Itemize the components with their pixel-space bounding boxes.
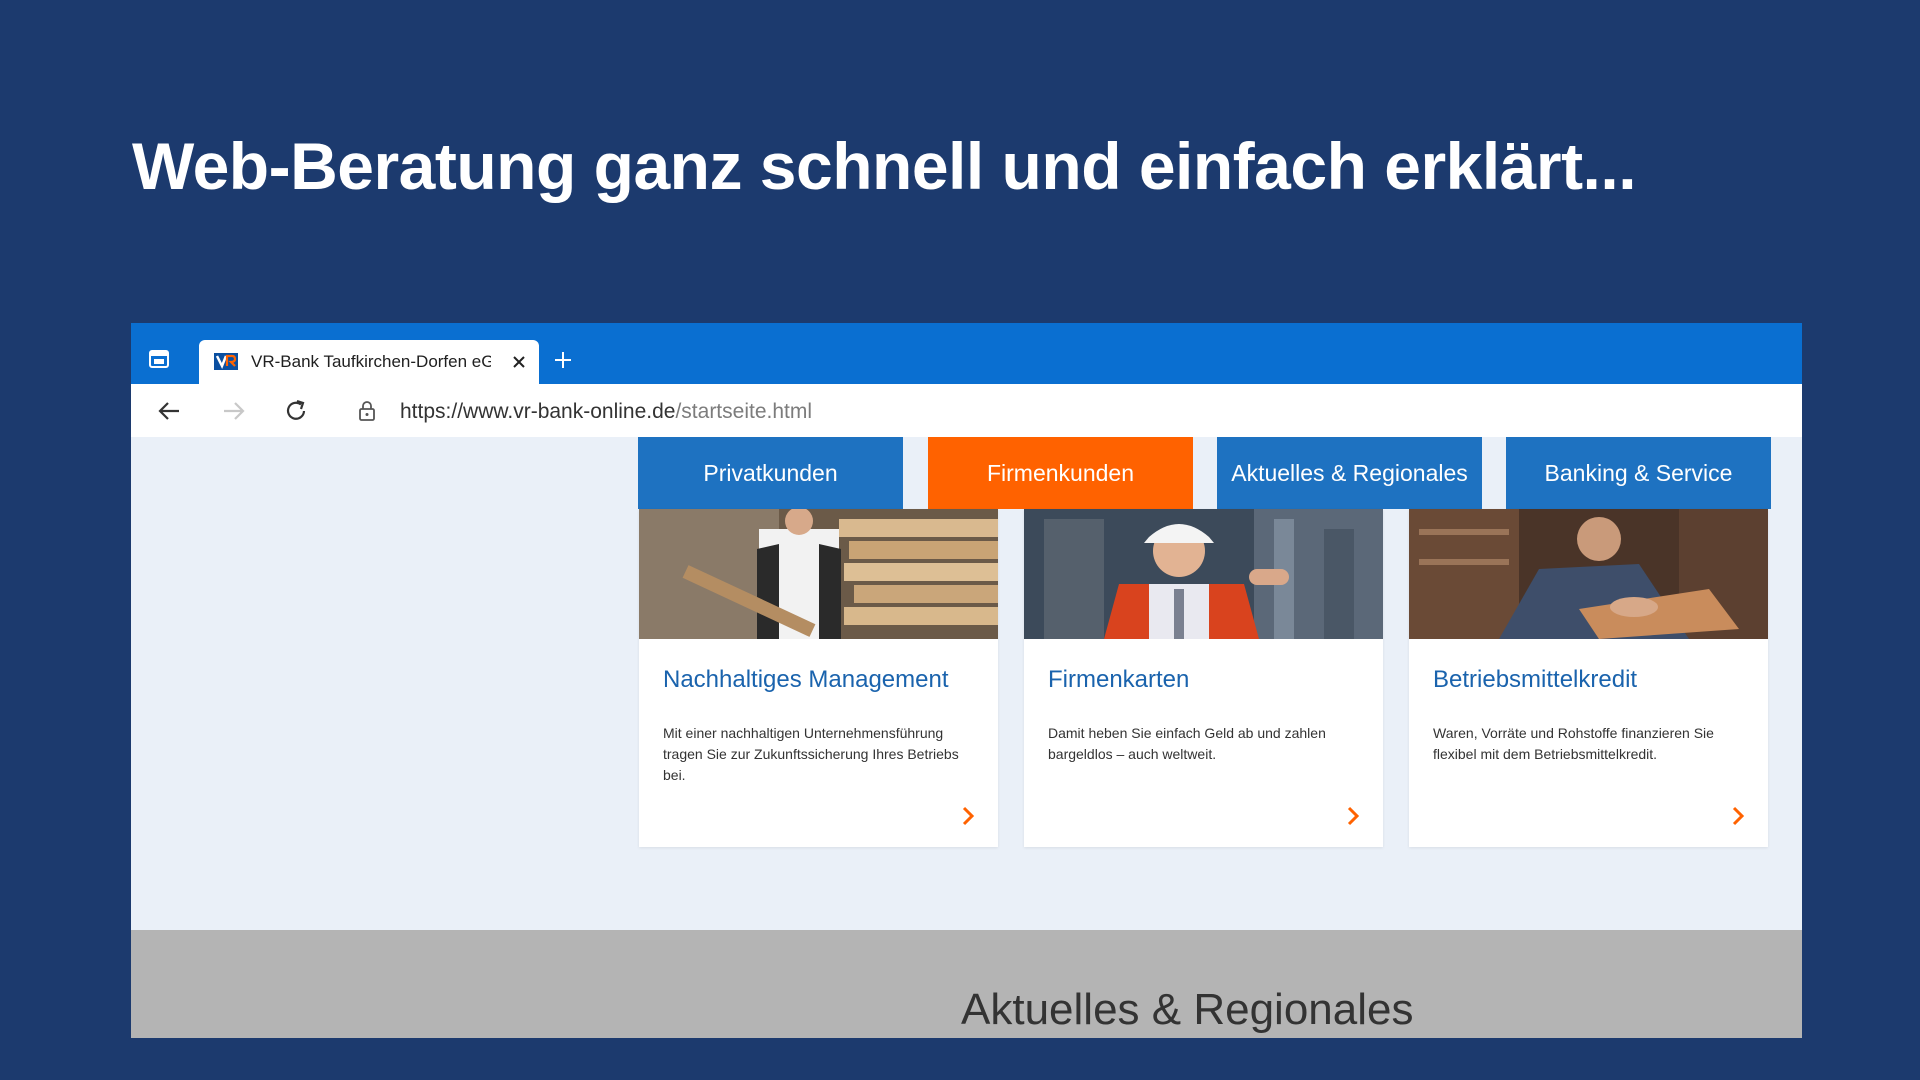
close-icon[interactable] [511, 354, 527, 370]
card-text: Mit einer nachhaltigen Unternehmensführu… [663, 725, 959, 783]
tab-bar: VR-Bank Taufkirchen-Dorfen eG [131, 323, 1802, 384]
section-heading: Aktuelles & Regionales [961, 985, 1414, 1034]
card-title[interactable]: Firmenkarten [1048, 666, 1189, 694]
address-bar: https://www.vr-bank-online.de/startseite… [131, 384, 1802, 438]
teaser-card[interactable]: Betriebsmittelkredit Waren, Vorräte und … [1409, 509, 1768, 847]
browser-tab[interactable]: VR-Bank Taufkirchen-Dorfen eG [199, 340, 539, 384]
card-photo [639, 509, 998, 639]
nav-tab-privatkunden[interactable]: Privatkunden [638, 437, 903, 509]
chevron-right-icon[interactable] [1730, 805, 1746, 827]
card-title[interactable]: Betriebsmittelkredit [1433, 666, 1637, 694]
slide-title: Web-Beratung ganz schnell und einfach er… [132, 129, 1637, 203]
web-page: Privatkunden Firmenkunden Aktuelles & Re… [131, 437, 1802, 1038]
nav-tab-firmenkunden[interactable]: Firmenkunden [928, 437, 1193, 523]
browser-window: VR-Bank Taufkirchen-Dorfen eG https://ww… [131, 323, 1802, 1038]
news-section: Aktuelles & Regionales [131, 930, 1802, 1038]
card-photo [1024, 509, 1383, 639]
back-arrow-icon[interactable] [157, 398, 183, 424]
reload-icon[interactable] [283, 398, 309, 424]
lock-icon[interactable] [358, 401, 376, 421]
url-base: https://www.vr-bank-online.de [400, 400, 676, 423]
url-field[interactable]: https://www.vr-bank-online.de/startseite… [336, 390, 1796, 431]
chevron-right-icon[interactable] [960, 805, 976, 827]
vr-bank-logo-icon [214, 353, 238, 370]
card-text: Damit heben Sie einfach Geld ab und zahl… [1048, 725, 1326, 762]
card-photo [1409, 509, 1768, 639]
teaser-card[interactable]: Nachhaltiges Management Mit einer nachha… [639, 509, 998, 847]
nav-tab-aktuelles-regionales[interactable]: Aktuelles & Regionales [1217, 437, 1482, 509]
plus-icon[interactable] [552, 349, 574, 371]
teaser-card[interactable]: Firmenkarten Damit heben Sie einfach Gel… [1024, 509, 1383, 847]
tab-title: VR-Bank Taufkirchen-Dorfen eG [251, 352, 491, 371]
nav-tab-banking-service[interactable]: Banking & Service [1506, 437, 1771, 509]
chevron-right-icon[interactable] [1345, 805, 1361, 827]
url-text: https://www.vr-bank-online.de/startseite… [400, 400, 812, 424]
card-title[interactable]: Nachhaltiges Management [663, 666, 949, 694]
forward-arrow-icon[interactable] [220, 398, 246, 424]
url-path: /startseite.html [675, 400, 813, 423]
card-text: Waren, Vorräte und Rohstoffe finanzieren… [1433, 725, 1714, 762]
tab-actions-icon[interactable] [148, 349, 170, 369]
